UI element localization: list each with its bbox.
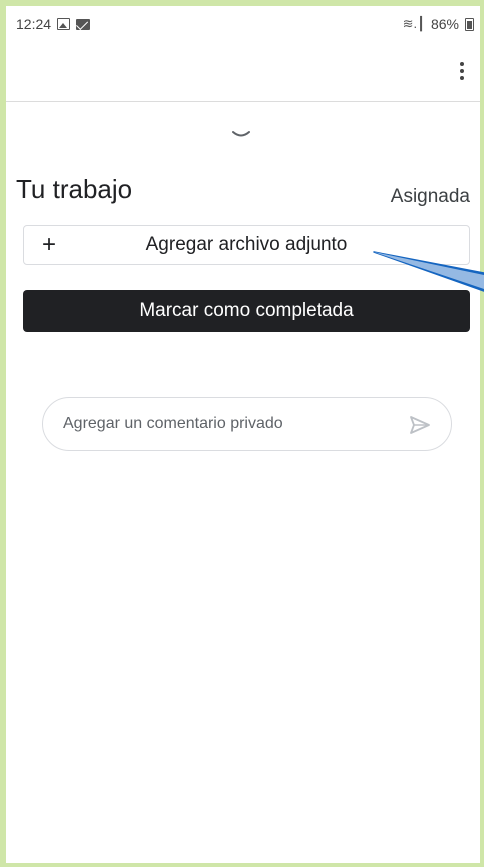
add-attachment-label: Agregar archivo adjunto bbox=[145, 234, 348, 255]
chevron-down-icon[interactable] bbox=[231, 130, 251, 140]
status-right: ≋.┃ 86% bbox=[403, 16, 474, 32]
battery-icon bbox=[465, 17, 474, 31]
your-work-title: Tu trabajo bbox=[16, 174, 133, 204]
private-comment-input[interactable]: Agregar un comentario privado bbox=[42, 397, 452, 451]
wifi-signal-icon: ≋.┃ bbox=[402, 16, 425, 31]
phone-screen: 12:24 ≋.┃ 86% Tu trabajo Asignada + Agre… bbox=[6, 6, 480, 863]
add-attachment-button[interactable]: + Agregar archivo adjunto bbox=[23, 225, 470, 265]
assignment-status: Asignada bbox=[390, 186, 470, 207]
image-icon bbox=[57, 18, 71, 30]
app-bar bbox=[6, 42, 480, 102]
gmail-icon bbox=[76, 18, 91, 30]
private-comment-placeholder: Agregar un comentario privado bbox=[63, 415, 283, 432]
status-time: 12:24 bbox=[16, 16, 52, 32]
more-vert-icon[interactable] bbox=[450, 56, 474, 86]
status-bar: 12:24 ≋.┃ 86% bbox=[6, 6, 480, 42]
send-icon[interactable] bbox=[409, 415, 431, 435]
battery-percent: 86% bbox=[430, 16, 459, 32]
mark-as-done-button[interactable]: Marcar como completada bbox=[23, 290, 470, 332]
status-left: 12:24 bbox=[16, 16, 91, 32]
